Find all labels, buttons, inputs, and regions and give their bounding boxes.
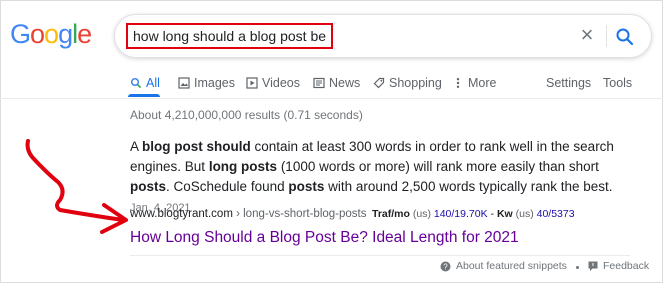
- arrow-annotation: [25, 139, 128, 234]
